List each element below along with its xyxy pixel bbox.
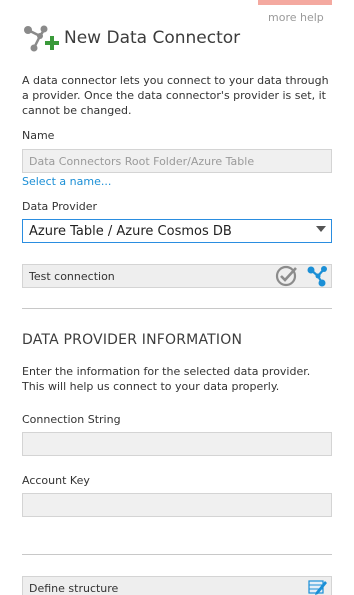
intro-description: A data connector lets you connect to you… — [22, 74, 329, 117]
more-help-link[interactable]: more help — [268, 11, 324, 24]
section-divider — [22, 308, 332, 309]
test-connection-label: Test connection — [29, 270, 115, 283]
connection-icon[interactable] — [306, 265, 330, 287]
data-provider-select[interactable]: Azure Table / Azure Cosmos DB — [22, 219, 332, 243]
provider-info-description: Enter the information for the selected d… — [22, 365, 311, 393]
new-data-connector-panel: more help New Data Connector A data conn… — [0, 0, 354, 595]
help-tab[interactable] — [258, 0, 332, 5]
test-connection-button[interactable]: Test connection — [22, 264, 332, 288]
define-structure-label: Define structure — [29, 582, 119, 595]
data-provider-label: Data Provider — [22, 200, 98, 213]
name-input[interactable] — [22, 149, 332, 173]
check-circle-icon[interactable] — [275, 265, 299, 287]
connection-string-label: Connection String — [22, 413, 121, 426]
chevron-down-icon — [316, 226, 326, 232]
account-key-label: Account Key — [22, 474, 90, 487]
connection-string-input[interactable] — [22, 432, 332, 456]
select-name-link[interactable]: Select a name... — [22, 175, 111, 188]
data-provider-selected-value: Azure Table / Azure Cosmos DB — [29, 224, 232, 239]
page-title: New Data Connector — [64, 28, 241, 48]
section-divider — [22, 554, 332, 555]
data-connector-add-icon — [24, 25, 59, 52]
edit-structure-icon[interactable] — [308, 578, 328, 595]
provider-info-title: DATA PROVIDER INFORMATION — [22, 332, 243, 348]
name-label: Name — [22, 129, 55, 142]
account-key-input[interactable] — [22, 493, 332, 517]
define-structure-button[interactable]: Define structure — [22, 576, 332, 595]
